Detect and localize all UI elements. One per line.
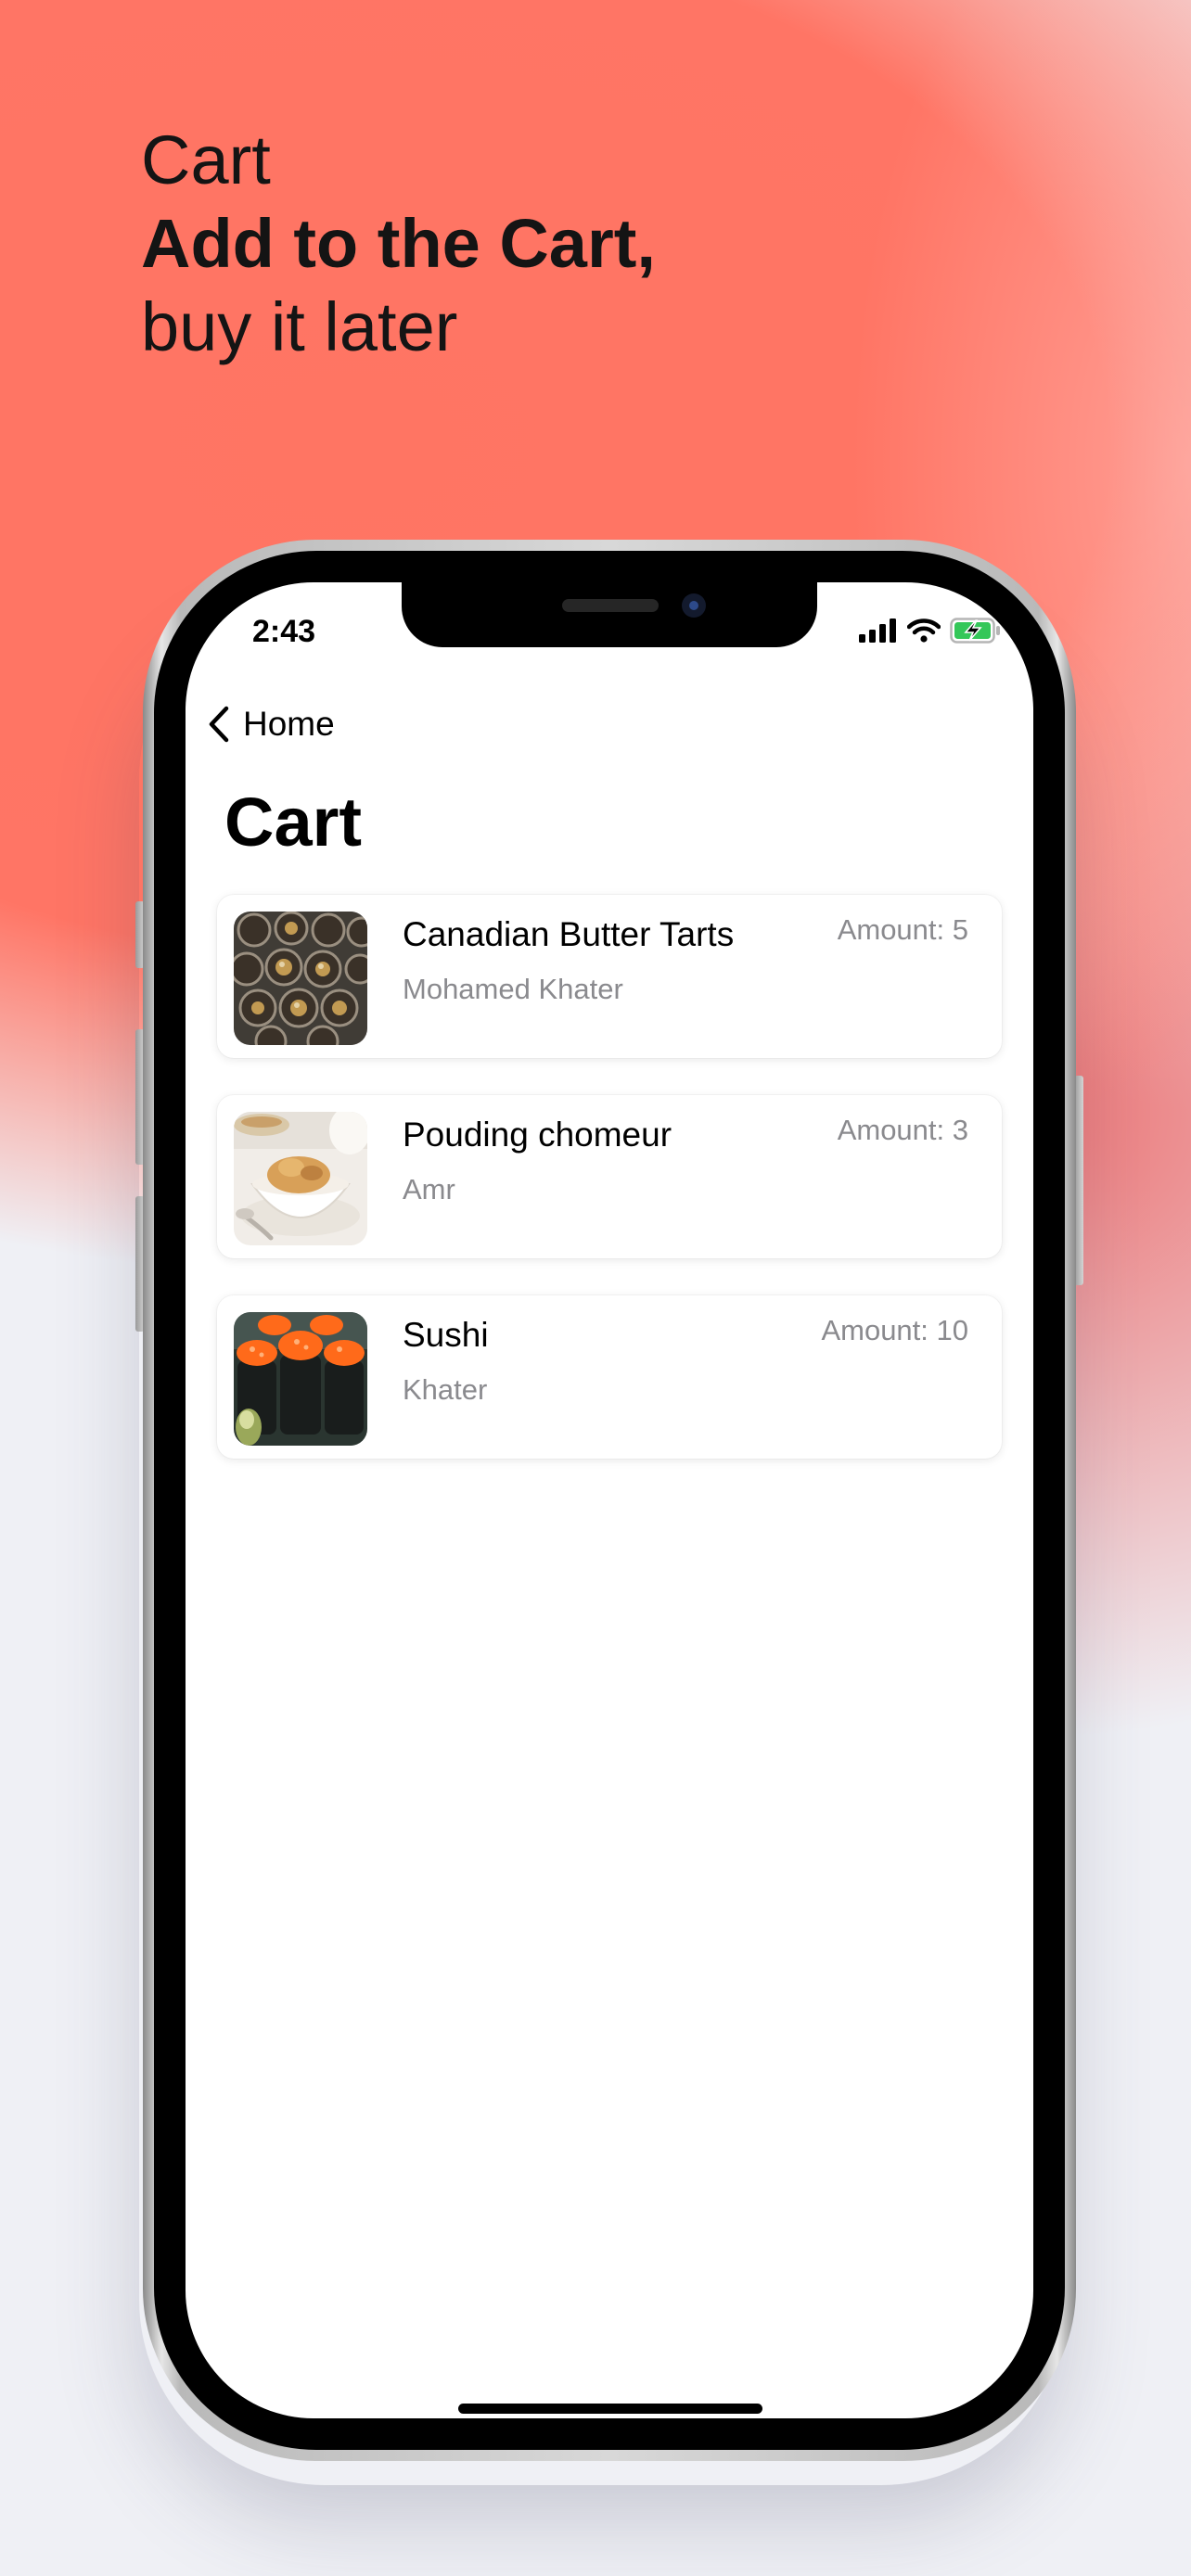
- promo-line-2: Add to the Cart,: [141, 205, 656, 282]
- wifi-icon: [907, 618, 941, 643]
- front-camera: [682, 593, 706, 618]
- chevron-left-icon: [209, 706, 229, 743]
- promo-headline: Cart Add to the Cart, buy it later: [141, 119, 656, 369]
- page-title: Cart: [224, 784, 363, 861]
- promo-line-3: buy it later: [141, 288, 458, 365]
- item-author: Amr: [403, 1173, 455, 1205]
- cart-item-canadian-butter-tarts[interactable]: Canadian Butter Tarts Mohamed Khater Amo…: [217, 895, 1002, 1058]
- status-time: 2:43: [252, 614, 316, 649]
- status-icons: [859, 618, 1002, 644]
- item-amount: Amount: 5: [837, 913, 968, 946]
- back-button[interactable]: Home: [208, 705, 335, 744]
- notch: [402, 582, 817, 647]
- cart-item-sushi[interactable]: Sushi Khater Amount: 10: [217, 1295, 1002, 1459]
- phone-screen: 2:43 Home Cart Canadian Butter Tarts Moh…: [186, 582, 1033, 2418]
- promo-line-1: Cart: [141, 121, 271, 198]
- pouding-chomeur-image: [234, 1112, 367, 1245]
- item-amount: Amount: 10: [821, 1314, 968, 1346]
- item-name: Canadian Butter Tarts: [403, 915, 735, 953]
- back-label: Home: [243, 705, 335, 743]
- battery-charging-icon: [950, 618, 1000, 644]
- sushi-image: [234, 1312, 367, 1446]
- home-indicator[interactable]: [458, 2404, 762, 2414]
- item-amount: Amount: 3: [837, 1114, 968, 1146]
- item-name: Sushi: [403, 1316, 489, 1354]
- item-author: Mohamed Khater: [403, 973, 623, 1005]
- butter-tarts-image: [234, 912, 367, 1045]
- item-name: Pouding chomeur: [403, 1116, 672, 1154]
- speaker: [562, 599, 659, 612]
- item-author: Khater: [403, 1373, 488, 1406]
- cart-item-pouding-chomeur[interactable]: Pouding chomeur Amr Amount: 3: [217, 1095, 1002, 1258]
- signal-icon: [859, 618, 896, 643]
